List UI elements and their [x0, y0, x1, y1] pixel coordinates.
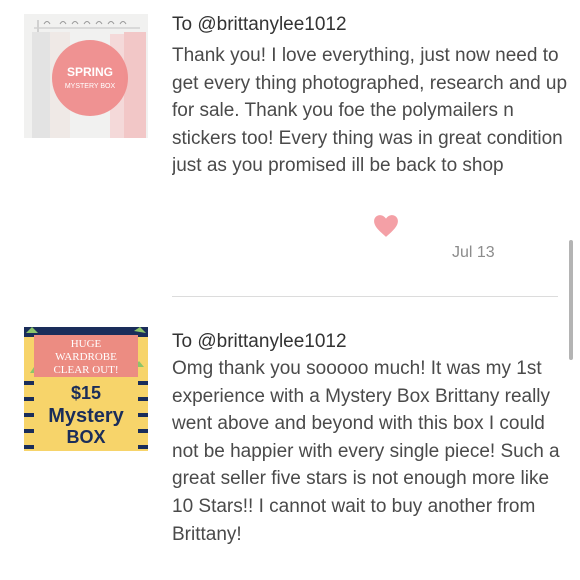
scrollbar[interactable] [569, 240, 573, 360]
review-card: SPRING MYSTERY BOX To @brittanylee1012 T… [0, 0, 580, 296]
review-card: HUGE WARDROBE CLEAR OUT! $15 Mystery BOX… [0, 297, 580, 580]
review-thumbnail[interactable]: HUGE WARDROBE CLEAR OUT! $15 Mystery BOX [24, 327, 148, 451]
review-thumbnail[interactable]: SPRING MYSTERY BOX [24, 14, 148, 138]
thumbnail-line: WARDROBE [55, 351, 117, 363]
review-recipient[interactable]: To @brittanylee1012 [172, 14, 347, 36]
review-message: Omg thank you sooooo much! It was my 1st… [172, 358, 560, 545]
thumbnail-subtitle: BOX [66, 427, 105, 447]
thumbnail-title: Mystery [48, 405, 124, 427]
thumbnail-subtitle: MYSTERY BOX [65, 83, 116, 90]
review-date: Jul 13 [452, 244, 495, 261]
thumbnail-price: $15 [71, 383, 101, 403]
thumbnail-line: HUGE [71, 338, 102, 350]
thumbnail-title: SPRING [67, 65, 113, 79]
heart-icon[interactable] [373, 214, 399, 238]
thumbnail-line: CLEAR OUT! [53, 364, 118, 376]
review-recipient[interactable]: To @brittanylee1012 [172, 331, 347, 353]
review-message: Thank you! I love everything, just now n… [172, 45, 568, 177]
spring-mystery-box-image: SPRING MYSTERY BOX [24, 14, 148, 138]
wardrobe-clear-out-image: HUGE WARDROBE CLEAR OUT! $15 Mystery BOX [24, 327, 148, 451]
